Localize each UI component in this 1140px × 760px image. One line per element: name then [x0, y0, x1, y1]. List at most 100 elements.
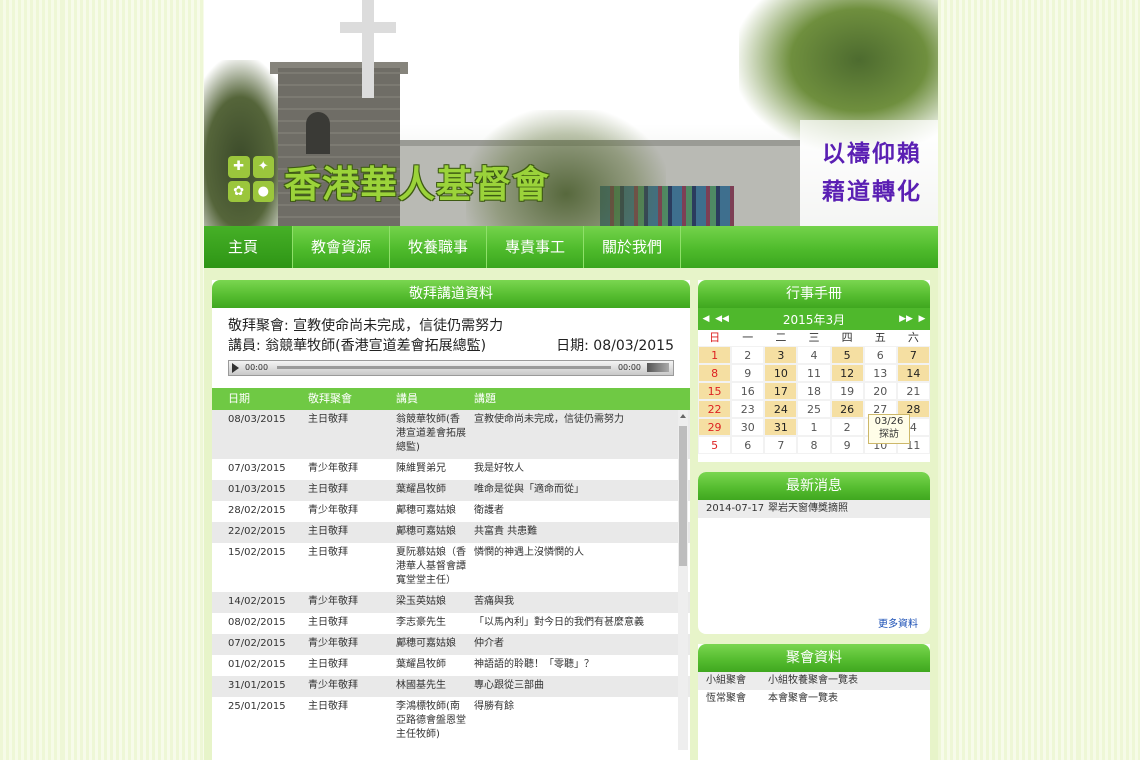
header-banner: 以禱仰賴 藉道轉化 ✚ ✦ ✿ ● 香港華人基督會 — [204, 0, 938, 226]
table-row[interactable]: 15/02/2015 主日敬拜 夏阮慕姑娘（香港華人基督會譚寬堂堂主任） 憐憫的神遇上… — [212, 543, 690, 592]
calendar-day[interactable]: 9 — [830, 436, 864, 454]
nav-resources[interactable]: 教會資源 — [293, 226, 391, 268]
calendar-day[interactable]: 1 — [797, 418, 831, 436]
church-name[interactable]: 香港華人基督會 — [284, 154, 550, 208]
news-item[interactable]: 2014-07-17 翠岩天窗傳獎摘照 — [698, 500, 930, 518]
gathering-desc: 小組牧養聚會一覽表 — [768, 675, 858, 686]
calendar-day[interactable]: 26 — [830, 400, 864, 418]
player-time-current: 00:00 — [245, 363, 269, 372]
calendar-day[interactable]: 8 — [797, 436, 831, 454]
calendar-day[interactable]: 20 — [863, 382, 897, 400]
nav-home[interactable]: 主頁 — [204, 226, 293, 268]
calendar-day[interactable]: 1 — [698, 346, 732, 364]
table-row[interactable]: 22/02/2015 主日敬拜 鄺穗可嘉姑娘 共富貴 共患難 — [212, 522, 690, 543]
table-row[interactable]: 08/03/2015 主日敬拜 翁競華牧師(香港宣道差會拓展總監) 宣教使命尚未完成，… — [212, 410, 690, 459]
row-speaker: 葉耀昌牧師 — [396, 484, 446, 495]
sermon-scrollbar[interactable] — [678, 410, 688, 750]
row-topic: 唯命是從與「適命而從」 — [474, 484, 584, 495]
calendar-day[interactable]: 23 — [731, 400, 765, 418]
table-row[interactable]: 14/02/2015 青少年敬拜 梁玉英姑娘 苦痛與我 — [212, 592, 690, 613]
weekday-label: 日 — [698, 330, 732, 346]
row-date: 01/03/2015 — [228, 484, 286, 495]
calendar-day[interactable]: 24 — [764, 400, 798, 418]
calendar-day[interactable]: 25 — [797, 400, 831, 418]
prev-month-icon[interactable]: ◀ — [698, 314, 714, 324]
calendar-day[interactable]: 12 — [830, 364, 864, 382]
column-speaker: 講員 — [396, 392, 418, 405]
prev-year-icon[interactable]: ◀◀ — [714, 314, 730, 324]
scroll-up-icon[interactable] — [680, 414, 686, 418]
weekday-label: 六 — [896, 330, 930, 346]
calendar-day[interactable]: 29 — [698, 418, 732, 436]
calendar-day[interactable]: 18 — [797, 382, 831, 400]
next-year-icon[interactable]: ▶▶ — [898, 314, 914, 324]
calendar-day[interactable]: 7 — [896, 346, 930, 364]
nav-pastoral[interactable]: 牧養職事 — [390, 226, 488, 268]
row-date: 28/02/2015 — [228, 505, 286, 516]
cross-icon: ✚ — [228, 156, 250, 178]
calendar-day[interactable]: 4 — [797, 346, 831, 364]
table-row[interactable]: 07/03/2015 青少年敬拜 陳維賢弟兄 我是好牧人 — [212, 459, 690, 480]
calendar-day[interactable]: 17 — [764, 382, 798, 400]
table-row[interactable]: 25/01/2015 主日敬拜 李鴻標牧師(南亞路德會盤恩堂主任牧師) 得勝有餘 — [212, 697, 690, 746]
gathering-item[interactable]: 恆常聚會 本會聚會一覽表 — [698, 690, 930, 708]
volume-slider[interactable] — [647, 363, 669, 372]
calendar-day[interactable]: 2 — [830, 418, 864, 436]
dove-icon: ✦ — [252, 156, 274, 178]
table-row[interactable]: 31/01/2015 青少年敬拜 林國基先生 專心跟從三部曲 — [212, 676, 690, 697]
row-topic: 宣教使命尚未完成，信徒仍需努力 — [474, 414, 624, 425]
calendar-day[interactable]: 9 — [731, 364, 765, 382]
table-row[interactable]: 01/03/2015 主日敬拜 葉耀昌牧師 唯命是從與「適命而從」 — [212, 480, 690, 501]
player-time-total: 00:00 — [617, 363, 641, 372]
row-date: 14/02/2015 — [228, 596, 286, 607]
church-logo[interactable]: ✚ ✦ ✿ ● — [228, 156, 274, 202]
nav-ministries[interactable]: 專責事工 — [487, 226, 585, 268]
calendar-day[interactable]: 6 — [863, 346, 897, 364]
news-title: 最新消息 — [698, 472, 930, 500]
calendar-day[interactable]: 16 — [731, 382, 765, 400]
calendar-day[interactable]: 21 — [896, 382, 930, 400]
row-date: 01/02/2015 — [228, 659, 286, 670]
player-seek-bar[interactable] — [277, 366, 611, 369]
row-date: 15/02/2015 — [228, 547, 286, 558]
calendar-day[interactable]: 7 — [764, 436, 798, 454]
calendar-day[interactable]: 6 — [731, 436, 765, 454]
audio-player: 00:00 00:00 — [228, 360, 674, 376]
calendar-day[interactable]: 5 — [698, 436, 732, 454]
gathering-item[interactable]: 小組聚會 小組牧養聚會一覽表 — [698, 672, 930, 690]
row-topic: 共富貴 共患難 — [474, 526, 538, 537]
row-service: 主日敬拜 — [308, 484, 348, 495]
table-row[interactable]: 28/02/2015 青少年敬拜 鄺穗可嘉姑娘 衛護者 — [212, 501, 690, 522]
row-speaker: 葉耀昌牧師 — [396, 659, 446, 670]
row-service: 青少年敬拜 — [308, 638, 358, 649]
calendar-day[interactable]: 15 — [698, 382, 732, 400]
row-service: 青少年敬拜 — [308, 596, 358, 607]
calendar-day[interactable]: 5 — [830, 346, 864, 364]
calendar-day[interactable]: 8 — [698, 364, 732, 382]
calendar-day[interactable]: 10 — [764, 364, 798, 382]
play-icon[interactable] — [232, 363, 239, 373]
column-service: 敬拜聚會 — [308, 392, 352, 405]
calendar-day[interactable]: 2 — [731, 346, 765, 364]
next-month-icon[interactable]: ▶ — [914, 314, 930, 324]
table-row[interactable]: 01/02/2015 主日敬拜 葉耀昌牧師 神語語的聆聽！「零聽」？ — [212, 655, 690, 676]
calendar-day[interactable]: 14 — [896, 364, 930, 382]
row-speaker: 鄺穗可嘉姑娘 — [396, 638, 456, 649]
calendar-day[interactable]: 22 — [698, 400, 732, 418]
row-topic: 仲介者 — [474, 638, 504, 649]
news-text: 翠岩天窗傳獎摘照 — [768, 503, 848, 514]
calendar-day[interactable]: 19 — [830, 382, 864, 400]
scrollbar-thumb[interactable] — [679, 426, 687, 566]
calendar-day[interactable]: 30 — [731, 418, 765, 436]
table-row[interactable]: 07/02/2015 青少年敬拜 鄺穗可嘉姑娘 仲介者 — [212, 634, 690, 655]
main-nav: 主頁 教會資源 牧養職事 專責事工 關於我們 — [204, 226, 938, 268]
news-more-link[interactable]: 更多資料 — [878, 615, 918, 630]
calendar-day[interactable]: 11 — [797, 364, 831, 382]
calendar-day[interactable]: 3 — [764, 346, 798, 364]
table-row[interactable]: 08/02/2015 主日敬拜 李志豪先生 「以馬內利」對今日的我們有甚麼意義 — [212, 613, 690, 634]
row-service: 青少年敬拜 — [308, 680, 358, 691]
nav-about[interactable]: 關於我們 — [584, 226, 682, 268]
calendar-day[interactable]: 13 — [863, 364, 897, 382]
current-sermon: 敬拜聚會: 宣教使命尚未完成，信徒仍需努力 講員: 翁競華牧師(香港宣道差會拓展… — [212, 308, 690, 356]
calendar-day[interactable]: 31 — [764, 418, 798, 436]
